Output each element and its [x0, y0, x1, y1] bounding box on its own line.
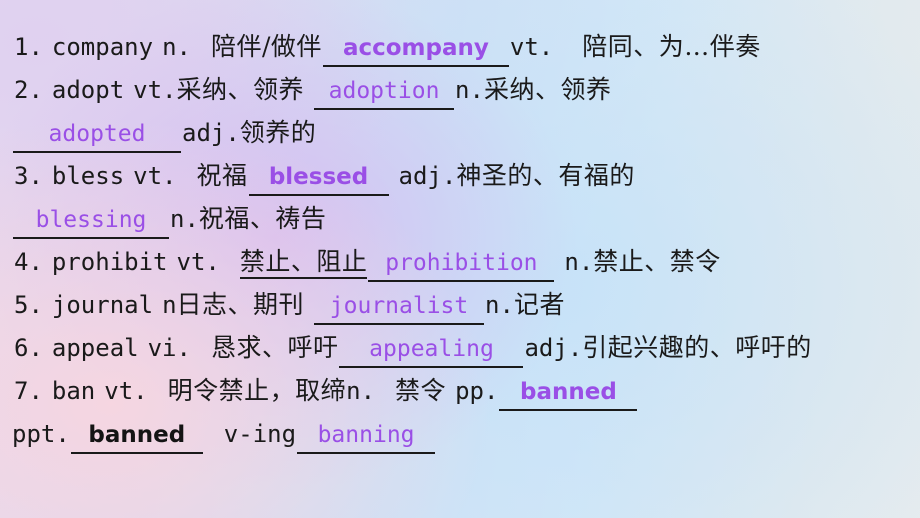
chinese-gloss-2: 禁令: [395, 376, 447, 405]
answer-chinese-gloss: 领养的: [239, 118, 317, 147]
answer-blank-banning[interactable]: banning: [297, 418, 436, 454]
item-number: 1.: [14, 33, 43, 61]
answer-blank-prohibition[interactable]: prohibition: [368, 246, 555, 282]
answer-blank-adoption[interactable]: adoption: [314, 74, 455, 110]
item-number: 3.: [14, 162, 43, 190]
answer-blank-journalist[interactable]: journalist: [314, 289, 485, 325]
answer-chinese-gloss: 采纳、领养: [483, 75, 612, 104]
answer-part-of-speech: n.: [564, 248, 594, 276]
answer-part-of-speech: n.: [485, 291, 514, 319]
headword: appeal: [51, 334, 139, 362]
part-of-speech: vt.: [133, 76, 177, 104]
headword: journal: [51, 291, 154, 319]
form-label-pp: pp.: [455, 377, 499, 405]
answer-chinese-gloss: 记者: [513, 290, 565, 319]
part-of-speech: vi.: [147, 334, 191, 362]
answer-part-of-speech: adj.: [182, 119, 240, 147]
answer-part-of-speech: adj.: [524, 334, 583, 362]
headword: ban: [51, 377, 96, 405]
chinese-gloss: 日志、期刊: [176, 290, 305, 319]
headword: company: [51, 33, 154, 61]
answer-chinese-gloss: 陪同、为…伴奏: [582, 32, 761, 61]
list-item: 2. adopt vt.采纳、领养 adoption n.采纳、领养: [0, 68, 920, 111]
answer-chinese-gloss: 祝福、祷告: [198, 204, 327, 233]
chinese-gloss: 恳求、呼吁: [210, 333, 339, 362]
part-of-speech: vt.: [176, 248, 220, 276]
item-number: 4.: [14, 248, 43, 276]
item-number: 7.: [14, 377, 43, 405]
item-number: 5.: [14, 291, 43, 319]
answer-chinese-gloss: 神圣的、有福的: [456, 161, 635, 190]
part-of-speech: vt.: [133, 162, 177, 190]
part-of-speech: n: [162, 291, 177, 319]
list-item-continuation: adopted adj.领养的: [0, 111, 920, 154]
item-number: 2.: [14, 76, 43, 104]
answer-part-of-speech: n.: [455, 76, 484, 104]
headword: prohibit: [51, 248, 168, 276]
chinese-gloss: 祝福: [196, 161, 248, 190]
item-number: 6.: [14, 334, 43, 362]
chinese-gloss: 明令禁止，取缔: [167, 376, 347, 405]
list-item-continuation: ppt. banned v-ing banning: [0, 412, 920, 455]
form-label-ppt: ppt.: [12, 420, 70, 448]
answer-chinese-gloss: 禁止、禁令: [593, 247, 721, 276]
chinese-gloss: 陪伴/做伴: [210, 32, 322, 61]
answer-blank-blessing[interactable]: blessing: [13, 203, 169, 239]
form-label-ving: v-ing: [223, 420, 297, 448]
answer-blank-banned-ppt[interactable]: banned: [70, 418, 203, 454]
list-item: 7. ban vt. 明令禁止，取缔n. 禁令 pp. banned: [0, 369, 920, 412]
slide-canvas: 1. company n. 陪伴/做伴 accompany vt. 陪同、为…伴奏 2. ad…: [0, 0, 920, 518]
answer-blank-accompany[interactable]: accompany: [322, 31, 509, 67]
part-of-speech: n.: [162, 33, 191, 61]
part-of-speech: vt.: [104, 377, 148, 405]
chinese-gloss: 采纳、领养: [176, 75, 305, 104]
answer-blank-adopted[interactable]: adopted: [13, 117, 181, 153]
vocabulary-list: 1. company n. 陪伴/做伴 accompany vt. 陪同、为…伴奏 2. ad…: [0, 25, 920, 455]
answer-blank-appealing[interactable]: appealing: [339, 332, 524, 368]
list-item: 4. prohibit vt. 禁止、阻止 prohibition n.禁止、禁令: [0, 240, 920, 283]
list-item: 5. journal n日志、期刊 journalist n.记者: [0, 283, 920, 326]
list-item: 1. company n. 陪伴/做伴 accompany vt. 陪同、为…伴奏: [0, 25, 920, 68]
answer-chinese-gloss: 引起兴趣的、呼吁的: [582, 333, 812, 362]
headword: bless: [51, 162, 125, 190]
headword: adopt: [51, 76, 125, 104]
chinese-gloss: 禁止、阻止: [239, 247, 368, 279]
answer-part-of-speech: n.: [170, 205, 199, 233]
list-item-continuation: blessing n.祝福、祷告: [0, 197, 920, 240]
answer-blank-banned-pp[interactable]: banned: [499, 375, 638, 411]
list-item: 6. appeal vi. 恳求、呼吁 appealing adj.引起兴趣的、呼吁的: [0, 326, 920, 369]
part-of-speech-2: n.: [346, 377, 376, 405]
answer-part-of-speech: adj.: [398, 162, 457, 190]
answer-part-of-speech: vt.: [509, 33, 554, 61]
list-item: 3. bless vt. 祝福 blessed adj.神圣的、有福的: [0, 154, 920, 197]
answer-blank-blessed[interactable]: blessed: [248, 160, 389, 196]
